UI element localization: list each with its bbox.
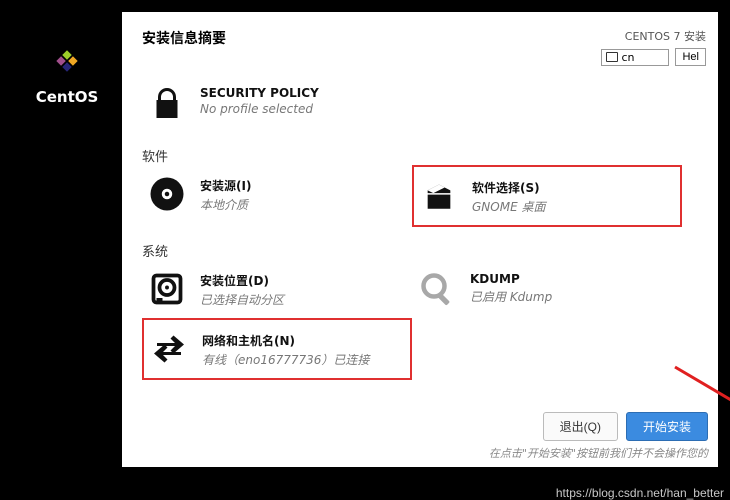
spoke-title: KDUMP: [470, 272, 552, 286]
content: SECURITY POLICY No profile selected 软件 安…: [122, 74, 718, 380]
watermark: https://blog.csdn.net/han_better: [556, 486, 724, 500]
header-right: CENTOS 7 安装 cn Hel: [601, 28, 706, 66]
spoke-kdump[interactable]: KDUMP 已启用 Kdump: [412, 260, 682, 318]
spoke-subtitle: 已选择自动分区: [200, 291, 284, 308]
spoke-software-selection[interactable]: 软件选择(S) GNOME 桌面: [412, 165, 682, 227]
sidebar-product-name: CentOS: [36, 88, 99, 106]
quit-button[interactable]: 退出(Q): [543, 412, 618, 441]
spoke-subtitle: 本地介质: [200, 196, 251, 213]
lock-icon: [148, 84, 186, 122]
spoke-subtitle: 有线（eno16777736）已连接: [202, 351, 369, 368]
help-button[interactable]: Hel: [675, 48, 706, 66]
footer: 退出(Q) 开始安装 在点击"开始安装"按钮前我们并不会操作您的: [489, 412, 708, 461]
begin-install-button[interactable]: 开始安装: [626, 412, 708, 441]
page-title: 安装信息摘要: [142, 28, 226, 48]
section-software-label: 软件: [142, 146, 698, 165]
spoke-title: 安装位置(D): [200, 272, 284, 289]
network-arrows-icon: [150, 330, 188, 368]
sidebar: CentOS: [12, 12, 122, 467]
header: 安装信息摘要 CENTOS 7 安装 cn Hel: [122, 28, 718, 66]
spoke-title: SECURITY POLICY: [200, 86, 319, 100]
centos-logo-icon: [46, 40, 88, 82]
footer-hint: 在点击"开始安装"按钮前我们并不会操作您的: [489, 445, 708, 461]
package-icon: [420, 177, 458, 215]
spoke-installation-source[interactable]: 安装源(I) 本地介质: [142, 165, 412, 227]
spoke-installation-destination[interactable]: 安装位置(D) 已选择自动分区: [142, 260, 412, 318]
language-code: cn: [621, 51, 634, 64]
section-system-label: 系统: [142, 241, 698, 260]
installer-name: CENTOS 7 安装: [625, 28, 706, 44]
main-panel: 安装信息摘要 CENTOS 7 安装 cn Hel SECURITY P: [122, 12, 718, 467]
spoke-subtitle: 已启用 Kdump: [470, 288, 552, 305]
spoke-title: 网络和主机名(N): [202, 332, 369, 349]
spoke-title: 安装源(I): [200, 177, 251, 194]
installer-window: CentOS 安装信息摘要 CENTOS 7 安装 cn Hel: [12, 12, 718, 467]
spoke-security-policy[interactable]: SECURITY POLICY No profile selected: [142, 74, 412, 132]
keyboard-layout-selector[interactable]: cn: [601, 49, 669, 66]
magnifier-icon: [418, 270, 456, 308]
spoke-subtitle: GNOME 桌面: [472, 198, 545, 215]
spoke-network[interactable]: 网络和主机名(N) 有线（eno16777736）已连接: [142, 318, 412, 380]
disc-icon: [148, 175, 186, 213]
keyboard-icon: [606, 52, 618, 62]
spoke-subtitle: No profile selected: [200, 102, 319, 116]
spoke-title: 软件选择(S): [472, 179, 545, 196]
hard-drive-icon: [148, 270, 186, 308]
